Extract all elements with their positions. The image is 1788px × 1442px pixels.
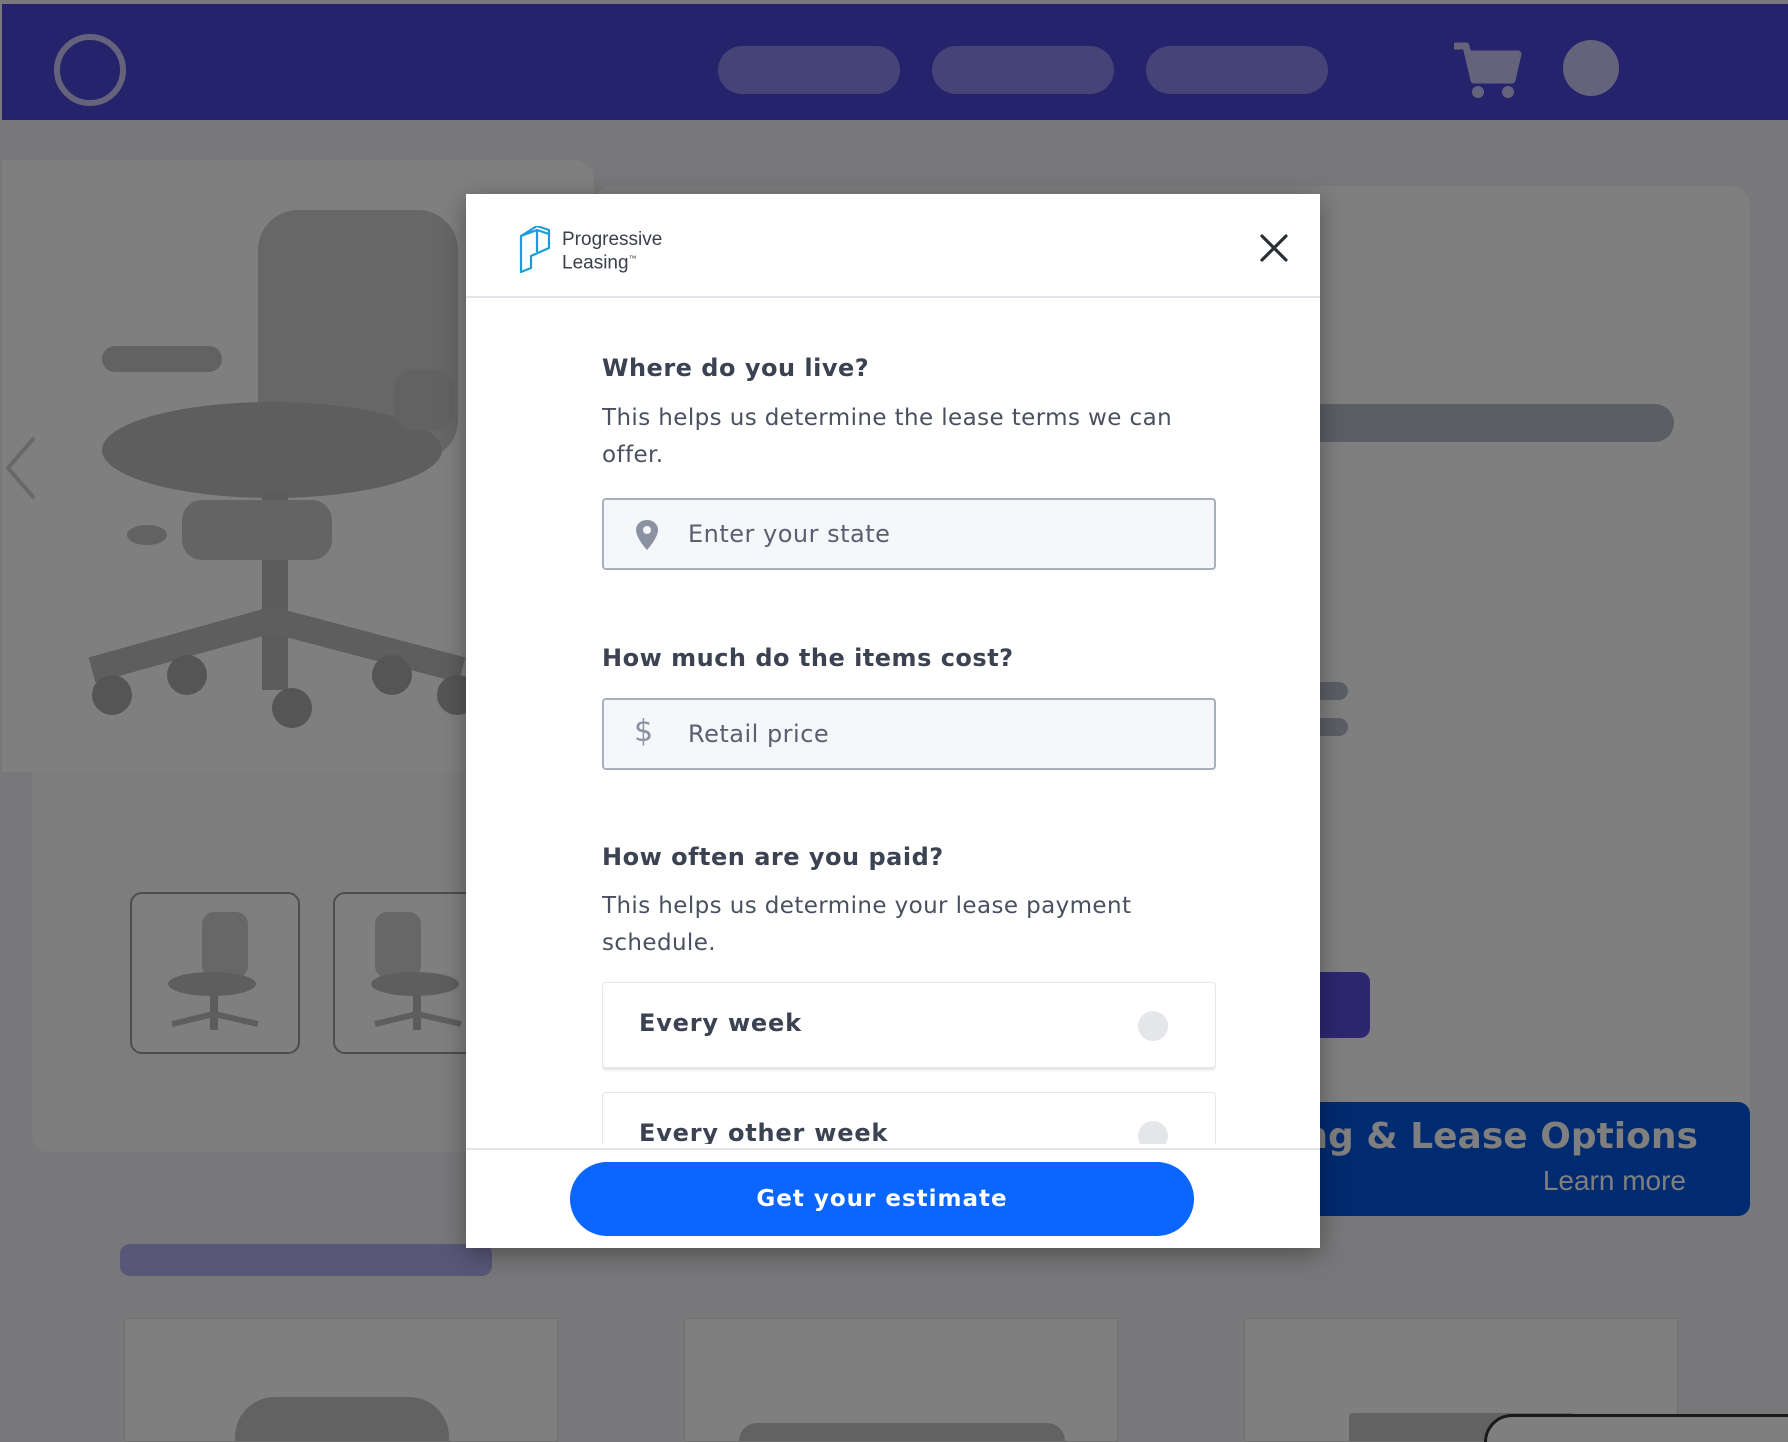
close-button[interactable]	[1254, 228, 1294, 268]
pay-question-help: This helps us determine your lease payme…	[602, 893, 1132, 956]
state-question-title: Where do you live?	[602, 354, 870, 382]
radio-button[interactable]	[1138, 1121, 1168, 1144]
pay-question-title: How often are you paid?	[602, 843, 944, 871]
modal-header: Progressive Leasing™	[466, 194, 1320, 298]
close-icon	[1260, 234, 1288, 262]
state-field[interactable]	[602, 498, 1216, 570]
modal-footer: Get your estimate	[466, 1148, 1320, 1248]
state-input[interactable]	[688, 500, 1198, 568]
brand-logo: Progressive Leasing™	[518, 226, 662, 276]
trademark-symbol: ™	[628, 253, 637, 263]
price-field[interactable]: $	[602, 698, 1216, 770]
state-question-help: This helps us determine the lease terms …	[602, 405, 1173, 468]
brand-name-line2: Leasing	[562, 252, 629, 274]
cost-question-title: How much do the items cost?	[602, 644, 1014, 672]
option-every-other-week[interactable]: Every other week	[602, 1092, 1216, 1144]
option-label: Every week	[639, 1009, 802, 1037]
brand-name-line1: Progressive	[562, 228, 663, 250]
option-every-week[interactable]: Every week	[602, 982, 1216, 1068]
option-label: Every other week	[639, 1119, 889, 1144]
dollar-icon: $	[634, 714, 654, 749]
modal-body[interactable]: Where do you live? This helps us determi…	[602, 298, 1216, 1144]
retail-price-input[interactable]	[688, 700, 1198, 768]
progressive-leasing-logo-icon	[519, 226, 551, 274]
location-pin-icon	[636, 520, 658, 550]
estimate-modal: Progressive Leasing™ Where do you live? …	[466, 194, 1320, 1248]
radio-button[interactable]	[1138, 1011, 1168, 1041]
get-estimate-button[interactable]: Get your estimate	[570, 1162, 1194, 1236]
